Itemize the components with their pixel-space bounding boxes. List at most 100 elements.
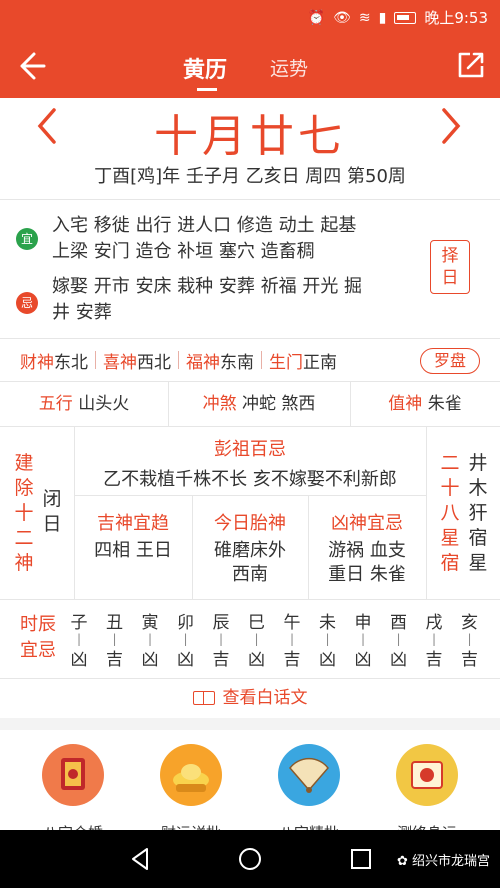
watermark: ✿ 绍兴市龙瑞宫: [397, 850, 490, 869]
zhishen-value: 朱雀: [427, 394, 462, 414]
label-char: 八: [440, 502, 460, 524]
hour-branch: 申: [354, 613, 372, 633]
god-value: 正南: [303, 352, 337, 373]
hour-luck: 吉: [425, 650, 443, 670]
label-char: 宿: [440, 552, 460, 574]
god-value: 西北: [137, 352, 171, 373]
hour-dash: |: [360, 632, 366, 646]
divider: [95, 351, 96, 369]
wechat-icon: ✿: [396, 854, 412, 869]
pengzu-text: 乙不栽植千株不长 亥不嫁娶不利新郎: [103, 469, 397, 490]
zhishen-cell: 值神 朱雀: [350, 382, 500, 426]
hour-dash: |: [183, 632, 188, 646]
zeri-button[interactable]: 择 日: [430, 240, 470, 294]
god-value: 东南: [220, 352, 254, 373]
tab-yunshi[interactable]: 运势: [270, 54, 308, 81]
watermark-text: 绍兴市龙瑞宫: [411, 854, 490, 869]
yi-list: 入宅 移徙 出行 进人口 修造 动土 起基 上梁 安门 造仓 补垣 塞穴 造畜稠: [52, 213, 412, 265]
hour-branch: 巳: [248, 613, 265, 633]
chongsha-label: 冲煞: [202, 394, 237, 414]
luopan-button[interactable]: 罗盘: [420, 348, 480, 374]
wuxing-label: 五行: [38, 394, 73, 414]
feature-row: 八字合婚 财运详批 八字精批 测终身运: [0, 730, 500, 830]
hour-dash: |: [467, 632, 472, 646]
back-arrow-icon[interactable]: [12, 48, 50, 84]
book-icon: [192, 691, 215, 705]
feature-label: 八字合婚: [18, 822, 128, 830]
hour-luck: 凶: [319, 650, 336, 670]
hour-luck: 吉: [461, 650, 478, 670]
hour-cell: 未 | 凶: [313, 608, 343, 670]
hour-luck: 吉: [106, 650, 123, 670]
hour-branch: 酉: [390, 613, 407, 633]
date-section: 十月廿七 丁酉[鸡]年 壬子月 乙亥日 周四 第50周: [0, 98, 500, 198]
chongsha-cell: 冲煞 冲蛇 煞西: [168, 382, 350, 426]
hour-branch: 辰: [212, 613, 230, 633]
system-navbar: ✿ 绍兴市龙瑞宫: [0, 830, 500, 888]
hour-luck: 凶: [390, 650, 407, 670]
hour-dash: |: [112, 632, 117, 646]
divider: [178, 351, 179, 369]
value-char: 星: [468, 552, 488, 574]
value-char: 犴: [468, 502, 488, 524]
chongsha-value: 冲蛇 煞西: [242, 394, 316, 414]
nav-home-icon[interactable]: [235, 844, 265, 874]
hours-label-line: 时辰: [20, 614, 56, 635]
hour-luck: 凶: [177, 650, 194, 670]
hour-cell: 丑 | 吉: [100, 608, 130, 670]
hour-branch: 子: [70, 613, 88, 633]
share-icon[interactable]: [456, 50, 486, 80]
hour-dash: |: [431, 632, 437, 646]
hour-branch: 未: [319, 613, 336, 633]
zeri-char: 日: [441, 268, 459, 288]
status-bar: ⏰ 👁 ≋ ▮ 晚上9:53: [0, 0, 500, 34]
lunar-date[interactable]: 十月廿七: [0, 100, 500, 164]
feature-caiyun[interactable]: 财运详批: [136, 744, 246, 830]
alarm-icon: ⏰: [307, 9, 326, 26]
hour-branch: 午: [283, 613, 301, 633]
hour-cell: 戌 | 吉: [419, 608, 449, 670]
yi-line: 上梁 安门 造仓 补垣 塞穴 造畜稠: [52, 241, 315, 262]
pengzu-title: 彭祖百忌: [214, 439, 286, 460]
wuxing-cell: 五行 山头火: [0, 382, 168, 426]
battery-icon: [394, 11, 417, 24]
hour-branch: 丑: [106, 613, 123, 633]
feature-bazi-jingpi[interactable]: 八字精批: [254, 744, 364, 830]
next-day-chevron-icon[interactable]: [440, 106, 464, 156]
hour-dash: |: [396, 632, 401, 646]
ji-line: 井 安葬: [52, 302, 112, 323]
hour-dash: |: [289, 632, 295, 646]
nav-back-icon[interactable]: [125, 844, 155, 874]
yi-line: 入宅 移徙 出行 进人口 修造 动土 起基: [52, 215, 357, 236]
taishen-line: 碓磨床外: [214, 540, 286, 561]
xishen-item: 喜神西北: [103, 348, 171, 373]
hour-luck: 吉: [283, 650, 301, 670]
hour-dash: |: [325, 632, 330, 646]
hour-cell: 申 | 凶: [348, 608, 378, 670]
xiongshen-text: 游祸 血支 重日 朱雀: [308, 539, 426, 587]
divider: [426, 427, 427, 599]
wifi-icon: ≋: [358, 9, 371, 26]
yi-badge: 宜: [16, 228, 38, 250]
fushen-item: 福神东南: [186, 348, 254, 373]
nav-recents-icon[interactable]: [346, 844, 376, 874]
taishen-line: 西南: [232, 564, 268, 585]
detail-block: 建 除 十 二 神 闭 日 彭祖百忌 乙不栽植千株不长 亥不嫁娶不利新郎 吉神宜…: [0, 427, 500, 599]
feature-label: 财运详批: [136, 822, 246, 830]
feature-bazi-hehun[interactable]: 八字合婚: [18, 744, 128, 830]
ji-line: 嫁娶 开市 安床 栽种 安葬 祈福 开光 掘: [52, 276, 363, 297]
hour-dash: |: [218, 632, 224, 646]
label-char: 二: [440, 452, 460, 474]
hour-luck: 凶: [354, 650, 372, 670]
hour-luck: 凶: [141, 650, 159, 670]
jishen-text: 四相 王日: [94, 540, 172, 561]
hour-branch: 寅: [141, 613, 159, 633]
value-char: 木: [468, 477, 488, 499]
tab-huangli[interactable]: 黄历: [183, 52, 227, 84]
hour-cell: 卯 | 凶: [171, 608, 201, 670]
label-char: 神: [14, 552, 34, 574]
feature-zhongshen[interactable]: 测终身运: [372, 744, 482, 830]
hour-cell: 酉 | 凶: [384, 608, 414, 670]
view-vernacular-link[interactable]: 查看白话文: [0, 680, 500, 716]
yi-ji-section: 宜 入宅 移徙 出行 进人口 修造 动土 起基 上梁 安门 造仓 补垣 塞穴 造…: [0, 200, 500, 338]
